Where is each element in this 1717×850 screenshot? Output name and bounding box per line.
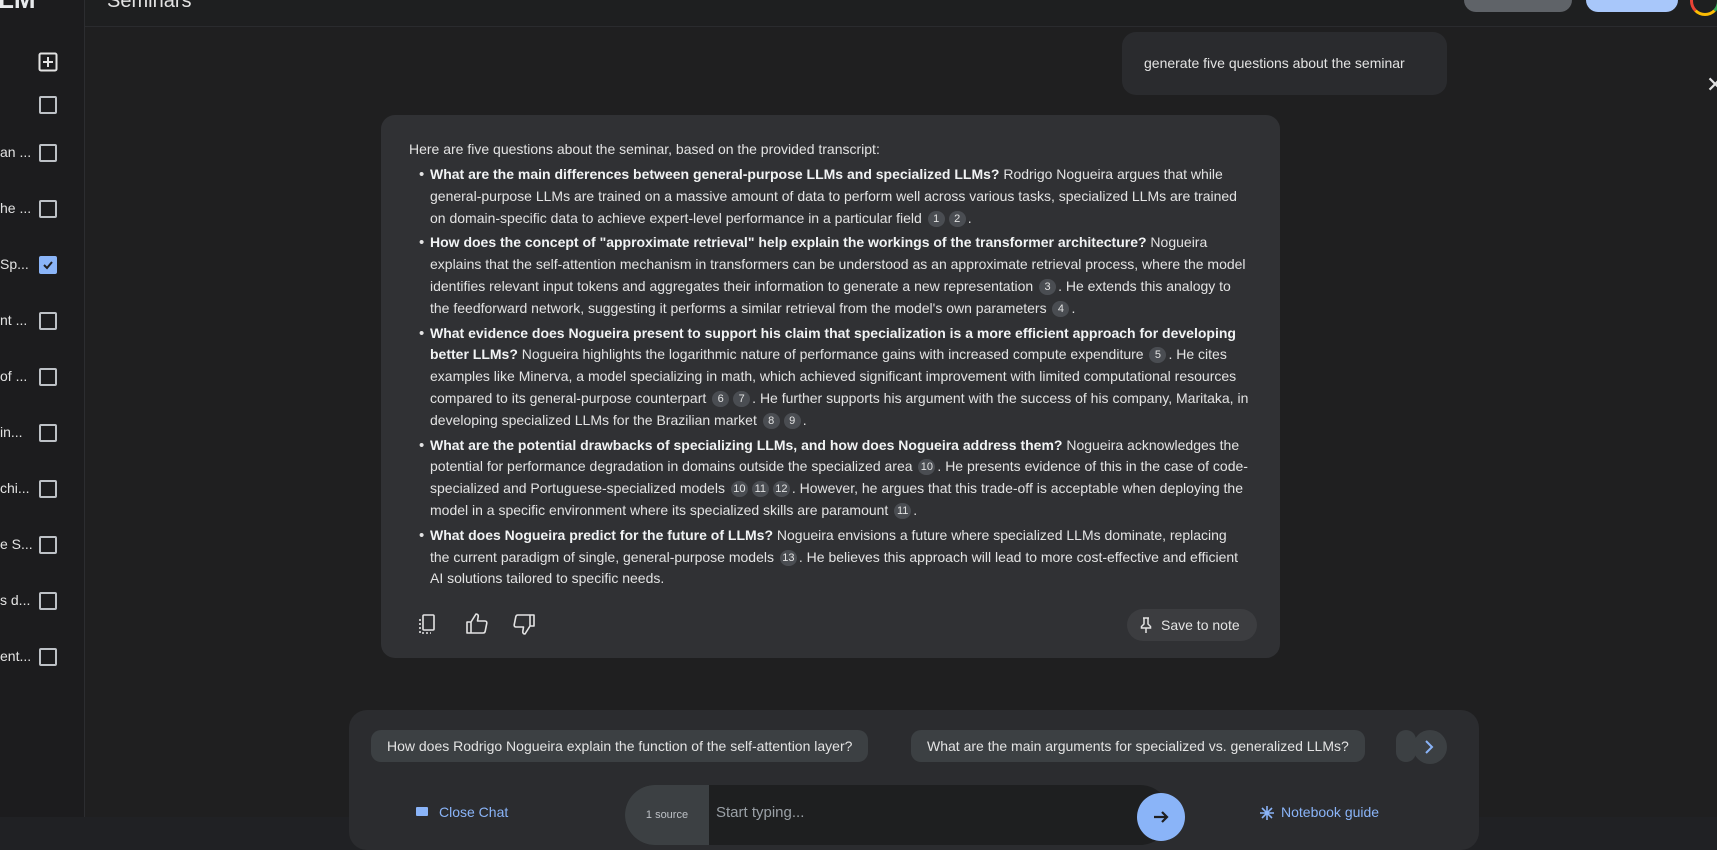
source-item[interactable]: ent... [0, 644, 84, 670]
answer-text: . [802, 411, 807, 428]
question-text: What does Nogueira predict for the futur… [430, 526, 773, 543]
chevron-right-icon [1425, 740, 1434, 754]
suggestion-chip[interactable]: What are the main arguments for speciali… [911, 730, 1365, 762]
share-button[interactable] [1586, 0, 1678, 12]
sources-sidebar: LM an ... he ... Sp... nt ... of ... in... chi… [0, 0, 85, 817]
user-message: generate five questions about the semina… [1122, 32, 1447, 95]
chat-icon [416, 807, 428, 816]
close-chat-button[interactable]: Close Chat [416, 804, 509, 820]
citation-badge[interactable]: 10 [730, 481, 748, 498]
app-logo: LM [0, 0, 36, 15]
source-item[interactable]: in... [0, 420, 84, 446]
citation-badge[interactable]: 7 [733, 390, 751, 407]
citation-badge[interactable]: 12 [772, 481, 790, 498]
source-item[interactable] [0, 92, 84, 118]
source-item-label: Sp... [0, 256, 29, 272]
question-text: What are the main differences between ge… [430, 166, 1000, 182]
citation-badge[interactable]: 8 [762, 412, 780, 429]
question-text: What are the potential drawbacks of spec… [430, 436, 1063, 453]
source-checkbox[interactable] [39, 256, 57, 274]
save-to-note-button[interactable]: Save to note [1127, 609, 1257, 641]
chat-input[interactable]: 1 source Start typing... [625, 785, 1185, 845]
add-source-icon[interactable] [38, 52, 58, 72]
source-item[interactable]: s d... [0, 588, 84, 614]
user-message-text: generate five questions about the semina… [1144, 55, 1405, 71]
notebook-guide-button[interactable]: Notebook guide [1260, 804, 1380, 820]
source-checkbox[interactable] [39, 424, 57, 442]
response-card: Here are five questions about the semina… [381, 115, 1280, 658]
sparkle-icon [1260, 806, 1274, 820]
source-checkbox[interactable] [39, 368, 57, 386]
next-suggestions-button[interactable] [1413, 730, 1447, 764]
question-item: What are the main differences between ge… [409, 164, 1249, 229]
citation-badge[interactable]: 2 [948, 210, 966, 227]
source-checkbox[interactable] [39, 312, 57, 330]
question-item: What evidence does Nogueira present to s… [409, 323, 1249, 432]
send-button[interactable] [1137, 793, 1185, 841]
source-item[interactable]: of ... [0, 364, 84, 390]
question-list: What are the main differences between ge… [409, 164, 1249, 593]
question-item: What does Nogueira predict for the futur… [409, 525, 1249, 590]
notebook-guide-label: Notebook guide [1281, 804, 1380, 820]
source-checkbox[interactable] [39, 480, 57, 498]
citation-badge[interactable]: 9 [783, 412, 801, 429]
source-checkbox[interactable] [39, 144, 57, 162]
chat-input-panel: How does Rodrigo Nogueira explain the fu… [349, 710, 1479, 850]
source-checkbox[interactable] [39, 200, 57, 218]
source-item-label: of ... [0, 368, 28, 384]
answer-text: Nogueira highlights the logarithmic natu… [517, 346, 1148, 363]
citation-badge[interactable]: 1 [927, 210, 945, 227]
question-item: How does the concept of "approximate ret… [409, 232, 1249, 319]
question-text: How does the concept of "approximate ret… [430, 234, 1147, 251]
answer-text: . [967, 209, 972, 226]
source-checkbox[interactable] [39, 536, 57, 554]
source-checkbox[interactable] [39, 648, 57, 666]
response-intro: Here are five questions about the semina… [409, 141, 880, 157]
source-item-label: ent... [0, 648, 32, 664]
copy-icon[interactable] [417, 612, 441, 636]
source-item-label: he ... [0, 200, 32, 216]
source-item[interactable]: chi... [0, 476, 84, 502]
save-to-note-label: Save to note [1161, 617, 1240, 633]
citation-badge[interactable]: 6 [712, 390, 730, 407]
source-item[interactable]: an ... [0, 140, 84, 166]
source-item[interactable]: he ... [0, 196, 84, 222]
source-item-label: in... [0, 424, 23, 440]
citation-badge[interactable]: 10 [918, 459, 936, 476]
source-item[interactable]: nt ... [0, 308, 84, 334]
citation-badge[interactable]: 5 [1149, 347, 1167, 364]
settings-button[interactable] [1464, 0, 1572, 12]
source-item[interactable]: Sp... [0, 252, 84, 278]
answer-text: . [913, 501, 918, 518]
source-item[interactable]: e S... [0, 532, 84, 558]
notebook-title[interactable]: Seminars [107, 0, 191, 13]
close-chat-label: Close Chat [439, 804, 509, 820]
source-item-label: nt ... [0, 312, 28, 328]
checkmark-icon [43, 261, 53, 270]
source-count-badge: 1 source [625, 785, 709, 845]
citation-badge[interactable]: 11 [894, 502, 912, 519]
source-checkbox[interactable] [39, 592, 57, 610]
suggestion-chip[interactable]: How does Rodrigo Nogueira explain the fu… [371, 730, 869, 762]
answer-text: . [1071, 299, 1076, 316]
source-item-label: an ... [0, 144, 32, 160]
citation-badge[interactable]: 13 [779, 549, 797, 566]
thumbs-up-icon[interactable] [465, 612, 489, 636]
arrow-right-icon [1154, 811, 1169, 823]
chat-input-placeholder[interactable]: Start typing... [716, 804, 804, 821]
question-item: What are the potential drawbacks of spec… [409, 435, 1249, 522]
source-item-label: chi... [0, 480, 30, 496]
pin-icon [1140, 617, 1152, 633]
close-icon[interactable]: ✕ [1706, 72, 1717, 98]
source-item-label: s d... [0, 592, 31, 608]
thumbs-down-icon[interactable] [512, 612, 536, 636]
source-item-label: e S... [0, 536, 33, 552]
citation-badge[interactable]: 3 [1039, 278, 1057, 295]
citation-badge[interactable]: 4 [1052, 300, 1070, 317]
source-checkbox[interactable] [39, 96, 57, 114]
citation-badge[interactable]: 11 [751, 481, 769, 498]
